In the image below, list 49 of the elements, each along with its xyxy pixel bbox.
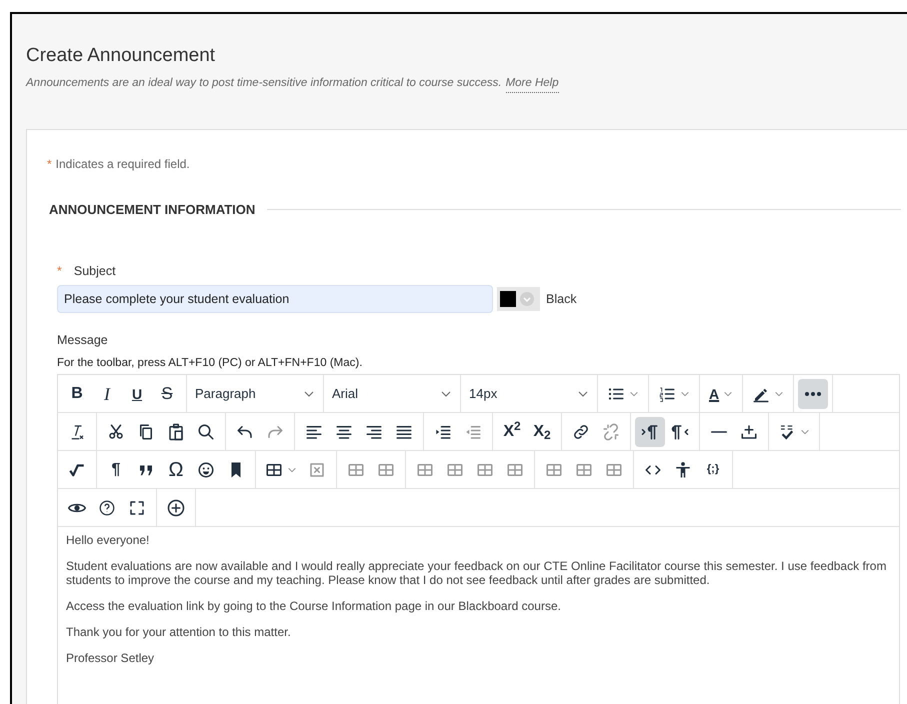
superscript-button[interactable]: X$^{2}$: [497, 416, 527, 446]
clipboard-icon: [167, 422, 185, 440]
right-to-left-icon: [671, 422, 689, 440]
italic-button[interactable]: I: [92, 378, 122, 408]
more-help-link[interactable]: More Help: [506, 74, 559, 93]
page-description: Announcements are an ideal way to post time-sensitive information critical to course success.: [26, 76, 502, 90]
required-mark: *: [57, 263, 62, 280]
link-icon: [572, 422, 590, 440]
help-icon: [98, 498, 116, 516]
dropdown[interactable]: Paragraph: [191, 378, 319, 408]
required-mark: *: [47, 156, 52, 173]
message-label: Message: [57, 332, 109, 349]
color-picker[interactable]: [497, 287, 540, 311]
fullscreen-icon: [128, 498, 146, 516]
underline-button[interactable]: U: [122, 378, 152, 408]
scissors-icon: [107, 422, 125, 440]
more-icon: [805, 392, 822, 396]
smiley-icon: [197, 460, 215, 478]
bold-button[interactable]: B: [62, 378, 92, 408]
numbered-list: [658, 384, 676, 402]
message-body[interactable]: Hello everyone! Student evaluations are now available and I would really appreciate your feedback on our CTE Online Facilitator course this semester. I use feedback from students to improve the course and my teaching. Please know that I do not see feedback until after grades are submitted. Access the evaluation link by going to the Course Information page in our Blackboard course. Thank you for your attention to this matter. Professor Setley: [58, 527, 899, 665]
subject-label: Subject: [74, 263, 116, 280]
chevron-icon: [519, 291, 535, 307]
page-title: Create Announcement: [26, 44, 216, 68]
spellcheck-icon: [778, 422, 796, 440]
broken-link-icon: [602, 422, 620, 440]
text-color-button[interactable]: A: [704, 378, 738, 408]
more-button[interactable]: [798, 378, 828, 408]
search-icon: [197, 422, 215, 440]
left-to-right-icon: [641, 422, 659, 440]
color-name: Black: [546, 290, 577, 308]
required-note: Indicates a required field.: [56, 156, 190, 173]
horizontal-line-icon: [711, 430, 727, 434]
delete-table-icon: [308, 460, 326, 478]
dropdown[interactable]: Arial: [328, 378, 456, 408]
insert-icon: [740, 422, 758, 440]
special-character-button[interactable]: Ω: [161, 454, 191, 484]
subject-field[interactable]: Please complete your student evaluation: [57, 285, 493, 313]
add-icon: [167, 498, 185, 516]
dropdown[interactable]: 14px: [465, 378, 593, 408]
toolbar-hint: For the toolbar, press ALT+F10 (PC) or ALT+FN+F10 (Mac).: [57, 356, 364, 371]
paragraph-mark-button[interactable]: ¶: [101, 454, 131, 484]
strikethrough-button[interactable]: S: [152, 378, 182, 408]
subscript-button[interactable]: X$_{2}$: [527, 416, 557, 446]
section-title: ANNOUNCEMENT INFORMATION: [49, 200, 256, 219]
copy-icon: [137, 422, 155, 440]
person-icon: [674, 460, 692, 478]
ltr-button[interactable]: [635, 416, 665, 446]
template-button[interactable]: {;}: [698, 454, 728, 484]
